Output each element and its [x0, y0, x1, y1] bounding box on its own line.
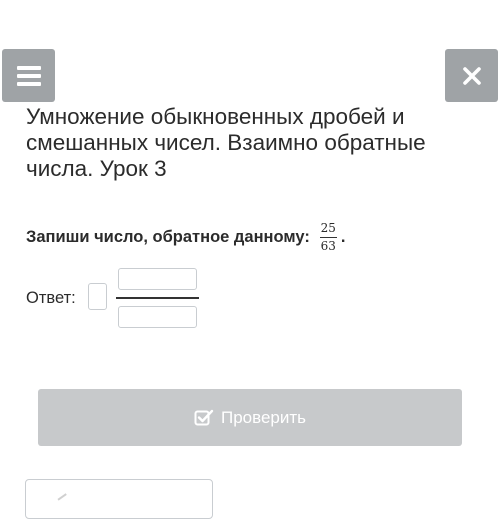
close-button[interactable] — [445, 49, 498, 102]
answer-fraction-bar — [116, 297, 199, 299]
denominator-input[interactable] — [118, 306, 197, 328]
close-icon — [462, 66, 481, 85]
menu-button[interactable] — [2, 49, 55, 102]
hamburger-icon — [16, 65, 41, 86]
given-fraction-denominator: 63 — [320, 239, 336, 253]
given-fraction-bar — [319, 237, 337, 238]
task-end-punct: . — [340, 228, 346, 246]
task-prompt-row: Запиши число, обратное данному: 25 63 . — [26, 222, 345, 253]
given-fraction: 25 63 — [319, 221, 337, 253]
whole-part-input[interactable] — [88, 283, 107, 310]
check-square-icon — [194, 409, 214, 425]
check-button[interactable]: Проверить — [38, 389, 462, 446]
given-fraction-numerator: 25 — [320, 221, 336, 235]
check-button-label: Проверить — [220, 407, 307, 427]
secondary-button[interactable] — [25, 479, 213, 519]
answer-label: Ответ: — [26, 289, 76, 307]
numerator-input[interactable] — [118, 268, 197, 290]
task-prompt: Запиши число, обратное данному: — [26, 228, 310, 246]
lesson-title: Умножение обыкновенных дробей и смешанны… — [26, 104, 426, 181]
partial-icon — [57, 493, 73, 509]
